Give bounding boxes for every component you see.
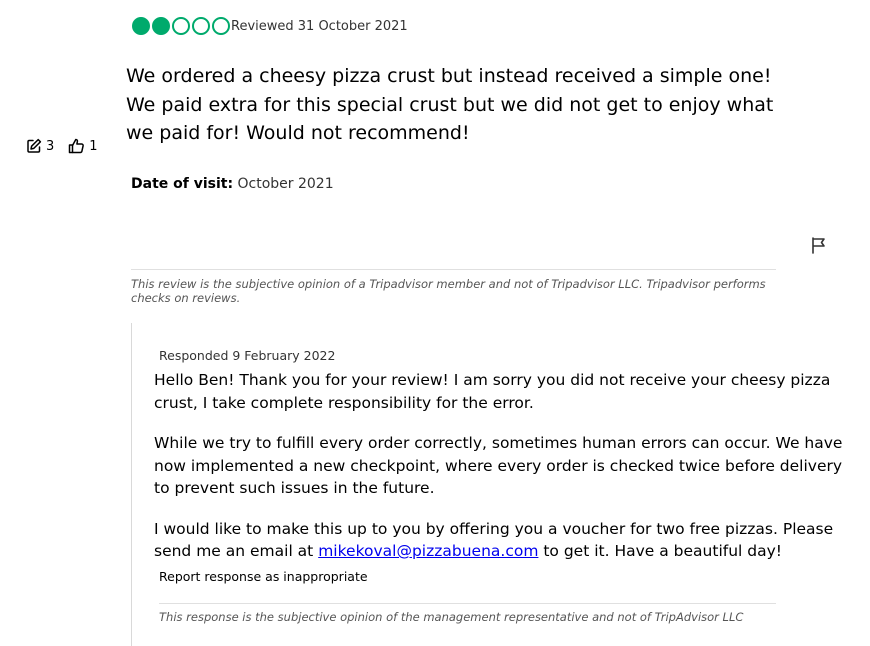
date-of-visit: Date of visit: October 2021 — [131, 176, 334, 192]
date-of-visit-value: October 2021 — [237, 176, 334, 192]
thumbs-up-icon[interactable] — [68, 138, 85, 154]
response-disclaimer: This response is the subjective opinion … — [159, 610, 744, 624]
helpful-votes-count: 1 — [89, 138, 98, 154]
report-response-link[interactable]: Report response as inappropriate — [159, 569, 368, 584]
review-stats: 3 1 — [26, 138, 112, 154]
rating-bubble-empty — [172, 17, 190, 35]
contributions-count: 3 — [46, 138, 55, 154]
response-border — [131, 323, 132, 646]
rating-bubble-filled — [152, 17, 170, 35]
owner-response: Hello Ben! Thank you for your review! I … — [154, 369, 854, 581]
response-paragraph: I would like to make this up to you by o… — [154, 519, 834, 561]
edit-icon[interactable] — [26, 138, 42, 154]
response-paragraph: Hello Ben! Thank you for your review! I … — [154, 371, 831, 412]
rating-bubble-empty — [192, 17, 210, 35]
review-disclaimer: This review is the subjective opinion of… — [131, 277, 766, 305]
email-link[interactable]: mikekoval@pizzabuena.com — [318, 542, 538, 560]
response-paragraph: While we try to fulfill every order corr… — [154, 434, 843, 497]
flag-icon[interactable] — [811, 237, 827, 258]
date-of-visit-label: Date of visit: — [131, 176, 234, 192]
divider — [159, 603, 776, 604]
review-body: We ordered a cheesy pizza crust but inst… — [126, 65, 774, 144]
responded-date: Responded 9 February 2022 — [159, 348, 336, 363]
rating-bubble-filled — [132, 17, 150, 35]
divider — [131, 269, 776, 270]
rating-bubble-empty — [212, 17, 230, 35]
rating-bubbles — [132, 17, 232, 35]
reviewed-date: Reviewed 31 October 2021 — [231, 19, 408, 34]
